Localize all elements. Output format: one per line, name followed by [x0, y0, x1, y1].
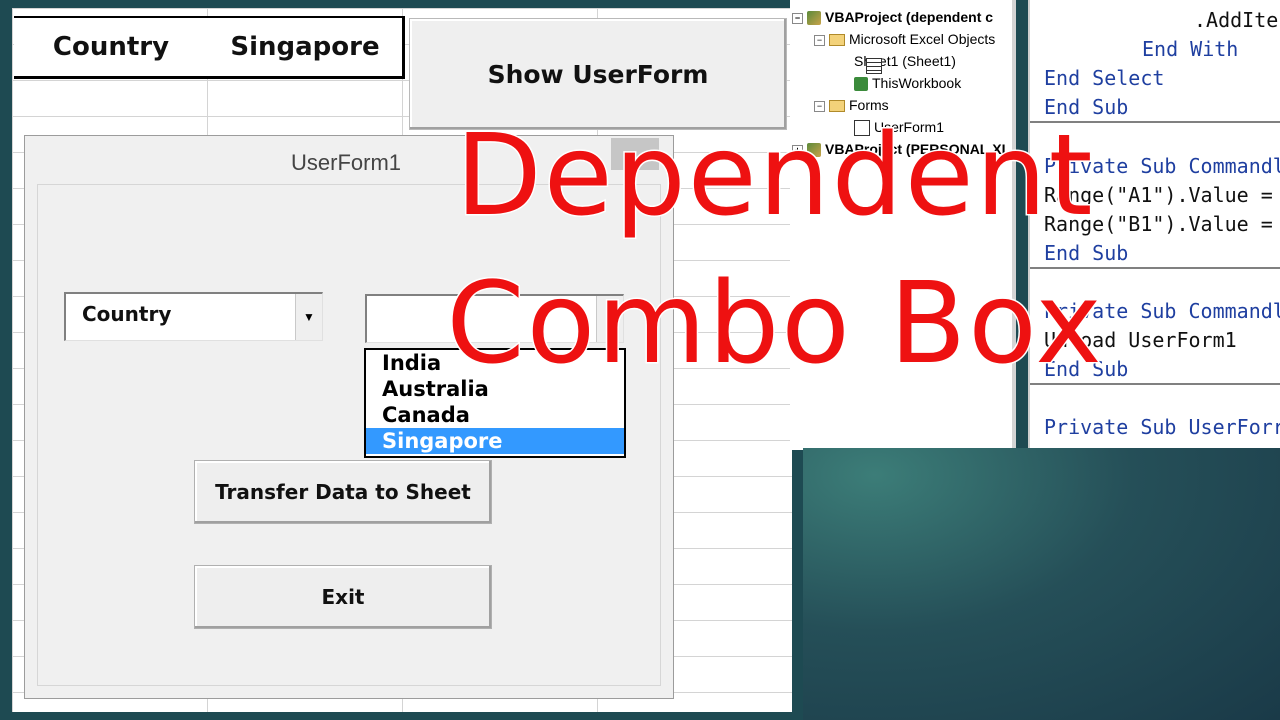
overlay-title-line1: Dependent	[454, 111, 1095, 241]
dropdown-option-canada[interactable]: Canada	[366, 402, 624, 428]
country-combo[interactable]: Country ▼	[64, 292, 323, 341]
code-line: .AddIter	[1194, 8, 1280, 32]
cell-a1[interactable]: Country	[14, 16, 210, 79]
country-combo-value: Country	[82, 302, 172, 326]
project-icon	[807, 11, 821, 26]
code-line: End Select	[1044, 66, 1165, 90]
workbook-icon	[854, 77, 868, 92]
code-line: Private Sub UserForr	[1044, 415, 1280, 439]
exit-button[interactable]: Exit	[194, 565, 492, 629]
cell-b1[interactable]: Singapore	[208, 16, 405, 79]
tree-item-label: Microsoft Excel Objects	[849, 31, 996, 47]
folder-icon	[829, 34, 845, 47]
tree-item-label: ThisWorkbook	[872, 75, 962, 91]
code-line: End With	[1142, 37, 1239, 61]
userform-title: UserForm1	[291, 150, 402, 175]
chevron-down-icon[interactable]: ▼	[295, 294, 322, 340]
transfer-data-button[interactable]: Transfer Data to Sheet	[194, 460, 492, 524]
tree-item-excel-objects[interactable]: − Microsoft Excel Objects	[814, 28, 995, 50]
overlay-title-line2: Combo Box	[445, 259, 1104, 389]
background-gradient-panel	[803, 448, 1280, 720]
dropdown-option-singapore[interactable]: Singapore	[366, 428, 624, 454]
tree-item-sheet1[interactable]: Sheet1 (Sheet1)	[854, 50, 956, 74]
collapse-icon[interactable]: −	[814, 34, 825, 46]
tree-item-label: VBAProject (dependent c	[825, 9, 994, 25]
tree-item-thisworkbook[interactable]: ThisWorkbook	[854, 72, 961, 94]
tree-item-vbaproject[interactable]: − VBAProject (dependent c	[792, 6, 993, 28]
collapse-icon[interactable]: −	[792, 12, 803, 24]
